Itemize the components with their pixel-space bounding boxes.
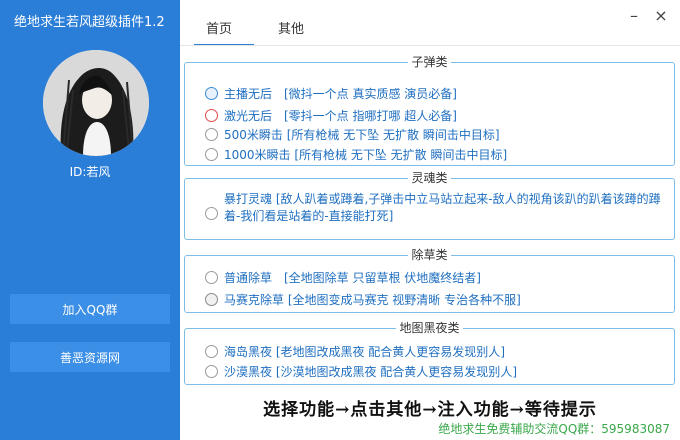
group-soul-title: 灵魂类 — [408, 171, 451, 185]
option-island-night[interactable]: 海岛黑夜 [老地图改成黑夜 配合黄人更容易发现别人] — [205, 343, 505, 360]
radio-icon[interactable] — [205, 148, 218, 161]
option-mosaic-grass-removal[interactable]: 马赛克除草 [全地图变成马赛克 视野清晰 专治各种不服] — [205, 291, 521, 308]
join-qq-group-button[interactable]: 加入QQ群 — [10, 294, 170, 324]
tab-bar: 首页 其他 — [180, 0, 680, 46]
option-label: 500米瞬击 [所有枪械 无下坠 无扩散 瞬间击中目标] — [224, 128, 500, 142]
option-soul-hit[interactable]: 暴打灵魂 [敌人趴着或蹲着,子弹击中立马站立起来-敌人的视角该趴的趴着该蹲的蹲着… — [205, 191, 665, 225]
instruction-text: 选择功能→点击其他→注入功能→等待提示 — [263, 400, 597, 420]
group-bullet: 子弹类 主播无后 [微抖一个点 真实质感 演员必备] 激光无后 [零抖一个点 指… — [184, 55, 675, 166]
radio-icon[interactable] — [205, 207, 218, 220]
option-label: 海岛黑夜 [老地图改成黑夜 配合黄人更容易发现别人] — [224, 345, 505, 359]
group-grass: 除草类 普通除草 [全地图除草 只留草根 伏地魔终结者] 马赛克除草 [全地图变… — [184, 248, 675, 313]
tab-home[interactable]: 首页 — [206, 18, 232, 37]
option-laser-no-recoil[interactable]: 激光无后 [零抖一个点 指哪打哪 超人必备] — [205, 107, 457, 124]
minimize-icon[interactable]: – — [625, 7, 643, 25]
user-id-label: ID:若风 — [69, 165, 111, 179]
radio-icon[interactable] — [205, 109, 218, 122]
group-bullet-title: 子弹类 — [408, 55, 451, 69]
option-label: 马赛克除草 [全地图变成马赛克 视野清晰 专治各种不服] — [224, 293, 521, 307]
avatar-portrait-icon — [43, 50, 149, 156]
option-streamer-no-recoil[interactable]: 主播无后 [微抖一个点 真实质感 演员必备] — [205, 85, 457, 102]
radio-icon[interactable] — [205, 365, 218, 378]
app-title: 绝地求生若风超级插件1.2 — [14, 15, 165, 30]
radio-icon[interactable] — [205, 293, 218, 306]
group-night: 地图黑夜类 海岛黑夜 [老地图改成黑夜 配合黄人更容易发现别人] 沙漠黑夜 [沙… — [184, 321, 675, 385]
option-desert-night[interactable]: 沙漠黑夜 [沙漠地图改成黑夜 配合黄人更容易发现别人] — [205, 363, 517, 380]
tab-divider — [180, 45, 680, 46]
tab-other[interactable]: 其他 — [278, 18, 304, 37]
avatar — [43, 50, 149, 156]
option-label: 激光无后 [零抖一个点 指哪打哪 超人必备] — [224, 109, 457, 123]
sidebar: 绝地求生若风超级插件1.2 ID:若风 加入QQ群 善恶资源网 — [0, 0, 180, 440]
option-label: 沙漠黑夜 [沙漠地图改成黑夜 配合黄人更容易发现别人] — [224, 365, 517, 379]
radio-icon[interactable] — [205, 345, 218, 358]
close-icon[interactable]: × — [652, 7, 670, 25]
option-label: 普通除草 [全地图除草 只留草根 伏地魔终结者] — [224, 271, 481, 285]
group-grass-title: 除草类 — [408, 248, 451, 262]
radio-icon[interactable] — [205, 271, 218, 284]
option-label: 暴打灵魂 [敌人趴着或蹲着,子弹击中立马站立起来-敌人的视角该趴的趴着该蹲的蹲着… — [224, 192, 661, 223]
option-label: 1000米瞬击 [所有枪械 无下坠 无扩散 瞬间击中目标] — [224, 148, 508, 162]
radio-icon[interactable] — [205, 87, 218, 100]
group-soul: 灵魂类 暴打灵魂 [敌人趴着或蹲着,子弹击中立马站立起来-敌人的视角该趴的趴着该… — [184, 171, 675, 240]
option-1000m-instant-hit[interactable]: 1000米瞬击 [所有枪械 无下坠 无扩散 瞬间击中目标] — [205, 146, 507, 163]
option-normal-grass-removal[interactable]: 普通除草 [全地图除草 只留草根 伏地魔终结者] — [205, 269, 481, 286]
footer-qq-group: 绝地求生免费辅助交流QQ群：595983087 — [438, 422, 670, 436]
radio-icon[interactable] — [205, 128, 218, 141]
group-night-title: 地图黑夜类 — [396, 321, 463, 335]
resource-site-button[interactable]: 善恶资源网 — [10, 342, 170, 372]
option-500m-instant-hit[interactable]: 500米瞬击 [所有枪械 无下坠 无扩散 瞬间击中目标] — [205, 126, 500, 143]
option-label: 主播无后 [微抖一个点 真实质感 演员必备] — [224, 87, 457, 101]
